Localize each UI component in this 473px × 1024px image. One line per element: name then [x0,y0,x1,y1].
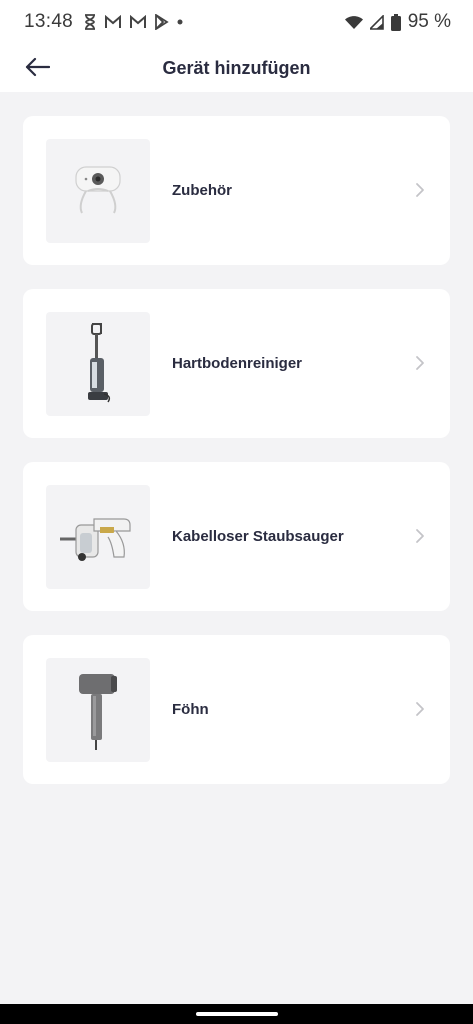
notification-icons [83,14,184,30]
device-thumbnail [46,658,150,762]
app-bar: Gerät hinzufügen [0,44,473,92]
status-right: 95 % [344,11,451,33]
battery-percent: 95 % [407,11,451,32]
device-label: Zubehör [172,182,232,199]
play-store-icon [155,14,169,30]
device-card-floor-cleaner[interactable]: Hartbodenreiniger [23,289,450,438]
chevron-right-icon [416,702,424,716]
signal-icon [369,14,384,30]
device-thumbnail [46,139,150,243]
gmail-icon [130,15,147,28]
device-card-accessory[interactable]: Zubehör [23,116,450,265]
back-arrow-icon[interactable] [24,57,50,77]
status-left: 13:48 [24,11,184,33]
home-gesture-handle[interactable] [196,1012,278,1016]
device-card-hair-dryer[interactable]: Föhn [23,635,450,784]
chevron-right-icon [416,529,424,543]
dot-icon [177,19,183,25]
back-button[interactable] [20,50,54,84]
device-thumbnail [46,312,150,416]
battery-icon [390,13,401,31]
device-label: Kabelloser Staubsauger [172,528,344,545]
device-thumbnail [46,485,150,589]
accessory-icon [75,166,121,214]
gmail-icon [105,15,122,28]
hourglass-icon [85,14,96,30]
device-list: Zubehör Hartbodenreiniger Kabelloser Sta… [23,116,450,808]
page-title: Gerät hinzufügen [162,57,311,78]
chevron-right-icon [416,356,424,370]
hair-dryer-icon [79,674,117,750]
wifi-icon [344,15,363,29]
floor-cleaner-icon [88,323,111,403]
chevron-right-icon [416,183,424,197]
status-bar: 13:48 95 % [0,0,473,44]
device-label: Hartbodenreiniger [172,355,303,372]
status-time: 13:48 [24,11,74,32]
device-card-cordless-vacuum[interactable]: Kabelloser Staubsauger [23,462,450,611]
device-label: Föhn [172,701,209,718]
cordless-vacuum-icon [60,518,131,561]
